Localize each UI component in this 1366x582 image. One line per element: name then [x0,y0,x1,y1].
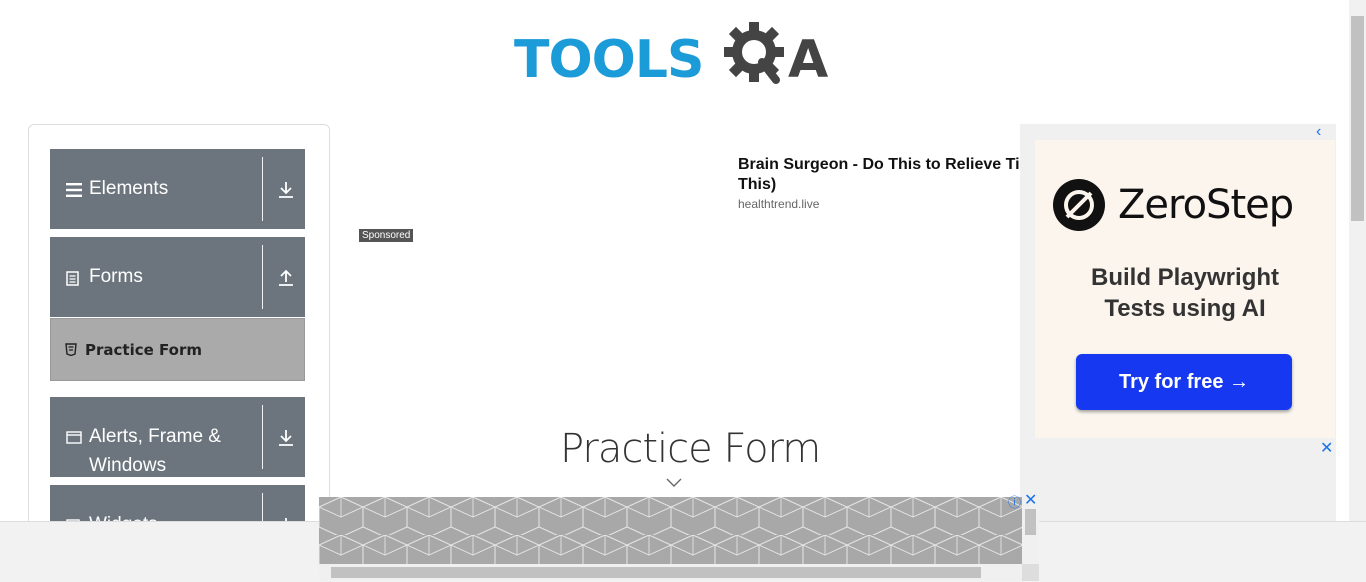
page-title: Practice Form [560,426,821,472]
close-icon[interactable]: ✕ [1320,438,1333,458]
ad-headline-line2[interactable]: This) [738,175,776,195]
ad-domain[interactable]: healthtrend.live [738,197,819,211]
bottom-ad-frame[interactable] [319,497,1039,581]
download-arrow-icon[interactable] [278,429,294,447]
document-icon [66,271,79,286]
gear-magnifier-icon [724,22,784,84]
sidebar-group-label: Forms [89,266,143,287]
ad-headline[interactable]: Brain Surgeon - Do This to Relieve Ti [738,155,1028,175]
chevron-left-icon[interactable]: ‹ [1316,123,1321,141]
ad-pattern-image [319,497,1022,564]
logo-text-tools: TOOLS [514,30,704,90]
hamburger-icon [66,183,82,197]
side-ad-brand: ZeroStep [1118,182,1294,228]
toolsqa-logo[interactable]: TOOLS A [514,16,838,92]
ad-horizontal-scrollbar[interactable] [319,564,1022,581]
sidebar-group-label: Alerts, Frame & [89,426,221,447]
divider [262,245,263,309]
sidebar-group-forms[interactable]: Forms [50,237,305,317]
scrollbar-thumb[interactable] [331,567,981,578]
sidebar-group-elements[interactable]: Elements [50,149,305,229]
divider [262,405,263,469]
html5-icon [65,343,77,356]
side-ad-tagline-line1: Build Playwright [1090,264,1279,291]
divider [262,157,263,221]
window-icon [66,431,82,444]
hexagon-pattern [319,497,1022,564]
try-for-free-button[interactable]: Try for free → [1076,354,1292,410]
sidebar-group-alerts[interactable]: Alerts, Frame & Windows [50,397,305,477]
scrollbar-thumb[interactable] [1351,16,1364,221]
side-ad-tagline: Build Playwright Tests using AI [1035,262,1335,324]
zerostep-logo-icon [1053,179,1105,231]
sidebar-group-label: Elements [89,178,169,199]
sidebar-group-label-line2: Windows [89,455,167,476]
sidebar-item-practice-form[interactable]: Practice Form [50,318,305,381]
ad-info-icon[interactable]: ⓘ [1008,492,1021,511]
close-icon[interactable]: ✕ [1024,490,1037,510]
sidebar: Elements Forms Practice Form Alerts, Fra… [28,124,330,546]
sponsored-badge: Sponsored [359,229,414,242]
scrollbar-thumb[interactable] [1025,509,1036,535]
download-arrow-icon[interactable] [278,181,294,199]
side-ad-tagline-line2: Tests using AI [1104,295,1266,322]
chevron-down-icon [666,478,682,487]
sidebar-item-label: Practice Form [85,341,202,359]
page-scrollbar[interactable] [1349,0,1366,521]
upload-arrow-icon[interactable] [278,269,294,287]
logo-text-a: A [788,30,829,90]
